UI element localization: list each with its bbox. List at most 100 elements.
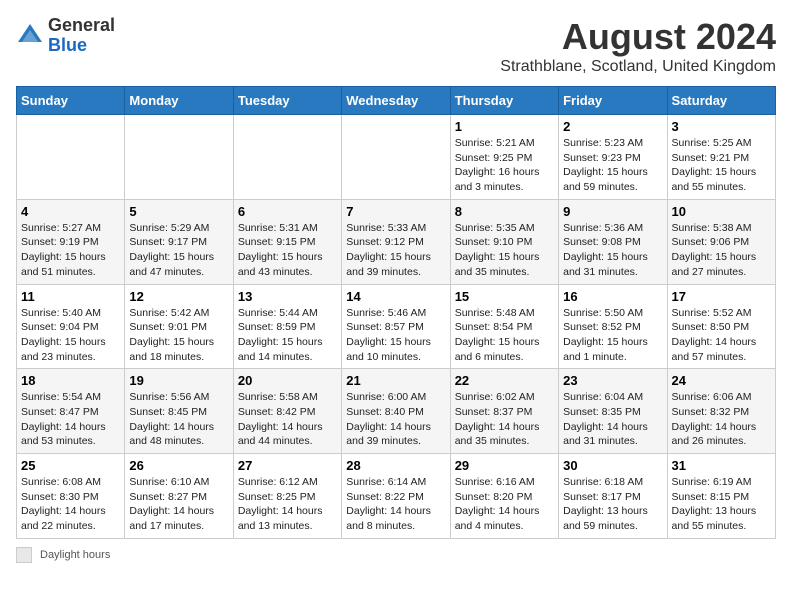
calendar-cell: 30 Sunrise: 6:18 AM Sunset: 8:17 PM Dayli…: [559, 454, 667, 539]
day-info: Sunrise: 6:00 AM Sunset: 8:40 PM Dayligh…: [346, 390, 445, 449]
calendar-week-row: 25Sunrise: 6:08 AM Sunset: 8:30 PM Dayli…: [17, 454, 776, 539]
calendar-cell: [17, 115, 125, 200]
calendar-cell: [342, 115, 450, 200]
logo-blue: Blue: [48, 35, 87, 55]
day-info: Sunrise: 5:25 AM Sunset: 9:21 PM Dayligh…: [672, 136, 771, 195]
main-title: August 2024: [500, 16, 776, 58]
day-info: Sunrise: 5:36 AM Sunset: 9:08 PM Dayligh…: [563, 221, 662, 280]
day-number: 30: [563, 458, 662, 473]
calendar-cell: 31Sunrise: 6:19 AM Sunset: 8:15 PM Dayli…: [667, 454, 775, 539]
day-info: Sunrise: 6:06 AM Sunset: 8:32 PM Dayligh…: [672, 390, 771, 449]
logo-general: General: [48, 15, 115, 35]
day-number: 2: [563, 119, 662, 134]
weekday-header: Sunday: [17, 87, 125, 115]
calendar-cell: 1 Sunrise: 5:21 AM Sunset: 9:25 PM Daylig…: [450, 115, 558, 200]
day-number: 26: [129, 458, 228, 473]
calendar-cell: 2 Sunrise: 5:23 AM Sunset: 9:23 PM Daylig…: [559, 115, 667, 200]
weekday-header: Saturday: [667, 87, 775, 115]
weekday-header: Tuesday: [233, 87, 341, 115]
day-number: 7: [346, 204, 445, 219]
day-info: Sunrise: 6:18 AM Sunset: 8:17 PM Dayligh…: [563, 475, 662, 534]
daylight-label: Daylight hours: [40, 549, 110, 561]
calendar-cell: 13Sunrise: 5:44 AM Sunset: 8:59 PM Dayli…: [233, 284, 341, 369]
calendar-cell: 10 Sunrise: 5:38 AM Sunset: 9:06 PM Dayli…: [667, 199, 775, 284]
weekday-header: Wednesday: [342, 87, 450, 115]
day-number: 14: [346, 289, 445, 304]
calendar-cell: 23Sunrise: 6:04 AM Sunset: 8:35 PM Dayli…: [559, 369, 667, 454]
day-number: 12: [129, 289, 228, 304]
calendar-cell: 11 Sunrise: 5:40 AM Sunset: 9:04 PM Dayli…: [17, 284, 125, 369]
footer: Daylight hours: [16, 547, 776, 563]
calendar-cell: 25Sunrise: 6:08 AM Sunset: 8:30 PM Dayli…: [17, 454, 125, 539]
calendar-cell: 12 Sunrise: 5:42 AM Sunset: 9:01 PM Dayli…: [125, 284, 233, 369]
day-info: Sunrise: 6:12 AM Sunset: 8:25 PM Dayligh…: [238, 475, 337, 534]
day-number: 10: [672, 204, 771, 219]
day-info: Sunrise: 5:50 AM Sunset: 8:52 PM Dayligh…: [563, 306, 662, 365]
day-info: Sunrise: 5:56 AM Sunset: 8:45 PM Dayligh…: [129, 390, 228, 449]
day-number: 13: [238, 289, 337, 304]
logo-icon: [16, 22, 44, 50]
day-info: Sunrise: 5:42 AM Sunset: 9:01 PM Dayligh…: [129, 306, 228, 365]
calendar-week-row: 4Sunrise: 5:27 AM Sunset: 9:19 PM Daylig…: [17, 199, 776, 284]
day-number: 24: [672, 373, 771, 388]
calendar-cell: 7Sunrise: 5:33 AM Sunset: 9:12 PM Daylig…: [342, 199, 450, 284]
day-number: 6: [238, 204, 337, 219]
day-info: Sunrise: 5:31 AM Sunset: 9:15 PM Dayligh…: [238, 221, 337, 280]
day-info: Sunrise: 6:10 AM Sunset: 8:27 PM Dayligh…: [129, 475, 228, 534]
day-info: Sunrise: 6:02 AM Sunset: 8:37 PM Dayligh…: [455, 390, 554, 449]
day-number: 11: [21, 289, 120, 304]
day-number: 25: [21, 458, 120, 473]
day-info: Sunrise: 6:16 AM Sunset: 8:20 PM Dayligh…: [455, 475, 554, 534]
calendar-cell: 18Sunrise: 5:54 AM Sunset: 8:47 PM Dayli…: [17, 369, 125, 454]
calendar-cell: 4Sunrise: 5:27 AM Sunset: 9:19 PM Daylig…: [17, 199, 125, 284]
day-info: Sunrise: 5:40 AM Sunset: 9:04 PM Dayligh…: [21, 306, 120, 365]
calendar-cell: 9Sunrise: 5:36 AM Sunset: 9:08 PM Daylig…: [559, 199, 667, 284]
calendar: SundayMondayTuesdayWednesdayThursdayFrid…: [16, 86, 776, 539]
calendar-week-row: 1 Sunrise: 5:21 AM Sunset: 9:25 PM Daylig…: [17, 115, 776, 200]
calendar-cell: 15Sunrise: 5:48 AM Sunset: 8:54 PM Dayli…: [450, 284, 558, 369]
day-number: 28: [346, 458, 445, 473]
calendar-cell: 21Sunrise: 6:00 AM Sunset: 8:40 PM Dayli…: [342, 369, 450, 454]
calendar-cell: 24 Sunrise: 6:06 AM Sunset: 8:32 PM Dayli…: [667, 369, 775, 454]
calendar-week-row: 11 Sunrise: 5:40 AM Sunset: 9:04 PM Dayli…: [17, 284, 776, 369]
day-info: Sunrise: 5:48 AM Sunset: 8:54 PM Dayligh…: [455, 306, 554, 365]
calendar-cell: 27 Sunrise: 6:12 AM Sunset: 8:25 PM Dayli…: [233, 454, 341, 539]
logo-text: General Blue: [48, 16, 115, 56]
weekday-header: Thursday: [450, 87, 558, 115]
calendar-cell: 14 Sunrise: 5:46 AM Sunset: 8:57 PM Dayli…: [342, 284, 450, 369]
day-number: 1: [455, 119, 554, 134]
calendar-cell: 16 Sunrise: 5:50 AM Sunset: 8:52 PM Dayli…: [559, 284, 667, 369]
day-number: 22: [455, 373, 554, 388]
day-number: 27: [238, 458, 337, 473]
day-number: 16: [563, 289, 662, 304]
day-info: Sunrise: 5:35 AM Sunset: 9:10 PM Dayligh…: [455, 221, 554, 280]
calendar-cell: 29 Sunrise: 6:16 AM Sunset: 8:20 PM Dayli…: [450, 454, 558, 539]
day-info: Sunrise: 5:58 AM Sunset: 8:42 PM Dayligh…: [238, 390, 337, 449]
calendar-cell: 28Sunrise: 6:14 AM Sunset: 8:22 PM Dayli…: [342, 454, 450, 539]
day-info: Sunrise: 5:46 AM Sunset: 8:57 PM Dayligh…: [346, 306, 445, 365]
calendar-cell: 17 Sunrise: 5:52 AM Sunset: 8:50 PM Dayli…: [667, 284, 775, 369]
day-number: 20: [238, 373, 337, 388]
day-info: Sunrise: 5:38 AM Sunset: 9:06 PM Dayligh…: [672, 221, 771, 280]
day-info: Sunrise: 5:52 AM Sunset: 8:50 PM Dayligh…: [672, 306, 771, 365]
day-info: Sunrise: 5:23 AM Sunset: 9:23 PM Dayligh…: [563, 136, 662, 195]
day-info: Sunrise: 5:29 AM Sunset: 9:17 PM Dayligh…: [129, 221, 228, 280]
day-number: 4: [21, 204, 120, 219]
day-number: 5: [129, 204, 228, 219]
day-number: 31: [672, 458, 771, 473]
calendar-cell: 8Sunrise: 5:35 AM Sunset: 9:10 PM Daylig…: [450, 199, 558, 284]
day-number: 19: [129, 373, 228, 388]
calendar-cell: 6 Sunrise: 5:31 AM Sunset: 9:15 PM Daylig…: [233, 199, 341, 284]
title-area: August 2024 Strathblane, Scotland, Unite…: [500, 16, 776, 76]
day-number: 29: [455, 458, 554, 473]
day-number: 17: [672, 289, 771, 304]
day-info: Sunrise: 5:21 AM Sunset: 9:25 PM Dayligh…: [455, 136, 554, 195]
daylight-box: [16, 547, 32, 563]
day-number: 23: [563, 373, 662, 388]
calendar-cell: 26 Sunrise: 6:10 AM Sunset: 8:27 PM Dayli…: [125, 454, 233, 539]
calendar-cell: 3Sunrise: 5:25 AM Sunset: 9:21 PM Daylig…: [667, 115, 775, 200]
weekday-header: Friday: [559, 87, 667, 115]
calendar-week-row: 18Sunrise: 5:54 AM Sunset: 8:47 PM Dayli…: [17, 369, 776, 454]
calendar-cell: [233, 115, 341, 200]
calendar-cell: 20 Sunrise: 5:58 AM Sunset: 8:42 PM Dayli…: [233, 369, 341, 454]
